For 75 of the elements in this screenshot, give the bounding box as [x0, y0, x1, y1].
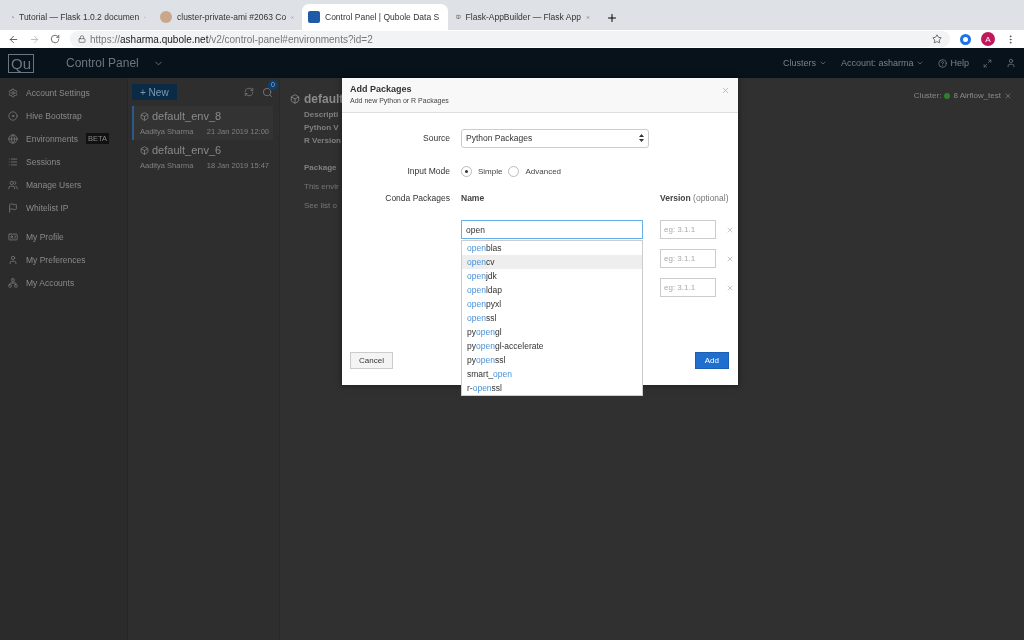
sidebar-item[interactable]: Account Settings [0, 81, 127, 104]
field-label: Descripti [304, 110, 339, 119]
environment-name: default_env_8 [152, 110, 222, 122]
star-icon[interactable] [932, 34, 942, 44]
gear-icon [8, 87, 18, 98]
chevron-down-icon [818, 59, 827, 67]
new-button[interactable]: + New [132, 84, 177, 100]
cancel-button[interactable]: Cancel [350, 352, 393, 369]
forward-icon[interactable] [29, 33, 40, 45]
sidebar-item[interactable]: My Profile [0, 225, 127, 248]
reload-icon[interactable] [50, 34, 60, 44]
disc-icon [8, 110, 18, 121]
sidebar-item[interactable]: Manage Users [0, 173, 127, 196]
lock-icon [78, 35, 86, 43]
status-dot [944, 92, 951, 99]
address-bar[interactable]: https://asharma.qubole.net/v2/control-panel#environments?id=2 [70, 31, 950, 47]
browser-tab[interactable]: Flask-AppBuilder — Flask App [450, 4, 596, 30]
nav-link[interactable]: Help [938, 58, 969, 68]
box-icon [140, 145, 149, 155]
app-title[interactable]: Control Panel [66, 56, 139, 70]
browser-tab[interactable]: Tutorial — Flask 1.0.2 documen [6, 4, 152, 30]
avatar-icon [160, 11, 172, 23]
sidebar-item[interactable]: Sessions [0, 150, 127, 173]
version-header: Version (optional) [660, 193, 730, 203]
user-icon [8, 254, 18, 265]
source-select[interactable]: Python Packages [461, 128, 649, 148]
box-icon [140, 111, 149, 121]
search-icon[interactable] [262, 86, 273, 98]
field-label: R Version [304, 136, 341, 145]
suggestion-item[interactable]: opencv [462, 255, 642, 269]
remove-icon[interactable] [726, 254, 734, 263]
sort-caret-icon [639, 134, 644, 142]
list-icon [8, 156, 18, 167]
refresh-icon[interactable] [244, 87, 254, 97]
field-label: Python V [304, 123, 339, 132]
hierarchy-icon [8, 277, 18, 288]
sidebar-item[interactable]: My Accounts [0, 271, 127, 294]
globe-icon [8, 133, 18, 144]
name-header: Name [461, 193, 486, 203]
section-heading: Package [304, 163, 337, 172]
add-button[interactable]: Add [694, 352, 729, 369]
nav-link[interactable]: Account: asharma [840, 58, 925, 68]
cluster-name[interactable]: 8 Airflow_test [953, 91, 1001, 100]
app-logo[interactable]: Qu [8, 53, 34, 73]
cluster-label: Cluster: [913, 91, 942, 100]
source-label: Source [422, 133, 450, 143]
environment-title: default [304, 92, 344, 106]
flag-icon [8, 202, 18, 213]
book-icon [456, 12, 461, 22]
browser-tab[interactable]: cluster-private-ami #2063 Co [154, 4, 300, 30]
remove-icon[interactable] [726, 283, 734, 292]
sidebar-item[interactable]: Hive Bootstrap [0, 104, 127, 127]
id-card-icon [8, 231, 18, 242]
box-icon [290, 94, 300, 104]
sidebar-item[interactable]: Whitelist IP [0, 196, 127, 219]
back-icon[interactable] [8, 33, 19, 45]
browser-tab[interactable]: Control Panel | Qubole Data S [302, 4, 448, 30]
radio-label[interactable]: Simple [478, 166, 503, 176]
dialog-title: Add Packages [350, 84, 412, 94]
chevron-down-icon [916, 59, 925, 67]
user-icon[interactable] [1006, 58, 1016, 68]
logo-icon [308, 11, 320, 23]
new-tab-icon[interactable] [606, 12, 618, 24]
expand-icon[interactable] [983, 58, 992, 68]
nav-link[interactable]: Clusters [782, 58, 827, 68]
sidebar-item[interactable]: My Preferences [0, 248, 127, 271]
environment-name: default_env_6 [152, 144, 222, 156]
users-icon [8, 179, 18, 190]
profile-button[interactable]: A [981, 32, 995, 46]
remove-icon[interactable] [726, 225, 734, 234]
conda-packages-label: Conda Packages [384, 193, 450, 203]
extension-icon[interactable] [960, 33, 971, 45]
input-mode-label: Input Mode [406, 166, 450, 176]
radio-label[interactable]: Advanced [525, 166, 562, 176]
help-icon [938, 58, 948, 68]
